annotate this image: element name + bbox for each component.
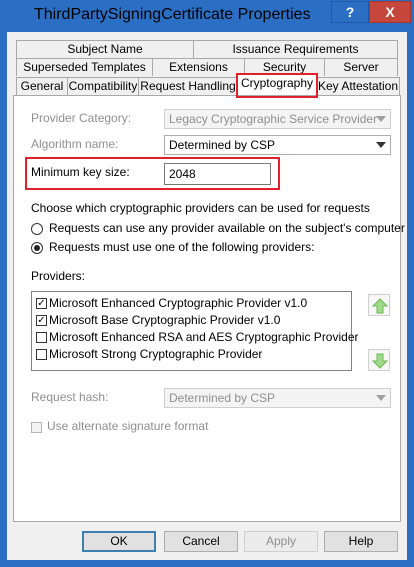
provider-checkbox[interactable] [36, 349, 47, 360]
close-button[interactable]: X [369, 1, 411, 23]
provider-name: Microsoft Strong Cryptographic Provider [49, 347, 263, 361]
providers-choice-heading: Choose which cryptographic providers can… [31, 201, 370, 215]
arrow-up-icon [371, 298, 389, 314]
provider-checkbox[interactable]: ✓ [36, 298, 47, 309]
request-hash-label: Request hash: [31, 390, 109, 404]
radio-must-use-provider[interactable] [31, 242, 43, 254]
provider-category-select[interactable]: Legacy Cryptographic Service Provider [164, 109, 391, 129]
window-title: ThirdPartySigningCertificate Properties [34, 6, 311, 23]
arrow-down-icon [371, 353, 389, 369]
cancel-button[interactable]: Cancel [164, 531, 238, 552]
tab-issuance-requirements[interactable]: Issuance Requirements [193, 40, 398, 58]
radio-any-provider[interactable] [31, 223, 43, 235]
tab-general[interactable]: General [16, 77, 68, 95]
chevron-down-icon [376, 395, 386, 401]
alternate-signature-label: Use alternate signature format [47, 419, 209, 433]
provider-name: Microsoft Base Cryptographic Provider v1… [49, 313, 281, 327]
help-title-button[interactable]: ? [331, 1, 369, 23]
move-up-button[interactable] [368, 294, 390, 316]
dialog-window: ThirdPartySigningCertificate Properties … [0, 0, 414, 567]
tab-compatibility[interactable]: Compatibility [67, 77, 139, 95]
provider-category-label: Provider Category: [31, 111, 132, 125]
minimum-key-size-label: Minimum key size: [31, 165, 130, 179]
help-button[interactable]: Help [324, 531, 398, 552]
radio-selected-dot [34, 245, 40, 251]
request-hash-select[interactable]: Determined by CSP [164, 388, 391, 408]
radio-any-provider-label[interactable]: Requests can use any provider available … [49, 221, 405, 235]
chevron-down-icon [376, 142, 386, 148]
provider-name: Microsoft Enhanced Cryptographic Provide… [49, 296, 308, 310]
apply-button[interactable]: Apply [244, 531, 318, 552]
dialog-client-area: Subject Name Issuance Requirements Super… [7, 32, 407, 560]
provider-name: Microsoft Enhanced RSA and AES Cryptogra… [49, 330, 359, 344]
tab-superseded-templates[interactable]: Superseded Templates [16, 58, 153, 76]
request-hash-value: Determined by CSP [169, 391, 276, 405]
providers-label: Providers: [31, 269, 86, 283]
algorithm-name-value: Determined by CSP [169, 138, 276, 152]
cryptography-tab-panel: Provider Category: Legacy Cryptographic … [13, 95, 405, 522]
tab-key-attestation[interactable]: Key Attestation [316, 77, 400, 95]
tab-extensions[interactable]: Extensions [152, 58, 245, 76]
radio-must-use-provider-label[interactable]: Requests must use one of the following p… [49, 240, 314, 254]
tab-subject-name[interactable]: Subject Name [16, 40, 194, 58]
ok-button[interactable]: OK [82, 531, 156, 552]
algorithm-name-label: Algorithm name: [31, 137, 119, 151]
tab-server[interactable]: Server [324, 58, 398, 76]
title-bar: ThirdPartySigningCertificate Properties … [0, 0, 414, 32]
tab-request-handling[interactable]: Request Handling [138, 77, 238, 95]
tab-cryptography[interactable]: Cryptography [237, 74, 317, 95]
providers-list[interactable]: ✓ Microsoft Enhanced Cryptographic Provi… [31, 291, 359, 371]
algorithm-name-select[interactable]: Determined by CSP [164, 135, 391, 155]
provider-category-value: Legacy Cryptographic Service Provider [169, 112, 378, 126]
move-down-button[interactable] [368, 349, 390, 371]
chevron-down-icon [376, 116, 386, 122]
alternate-signature-checkbox[interactable] [31, 422, 42, 433]
provider-checkbox[interactable] [36, 332, 47, 343]
minimum-key-size-input[interactable]: 2048 [164, 163, 271, 185]
provider-checkbox[interactable]: ✓ [36, 315, 47, 326]
